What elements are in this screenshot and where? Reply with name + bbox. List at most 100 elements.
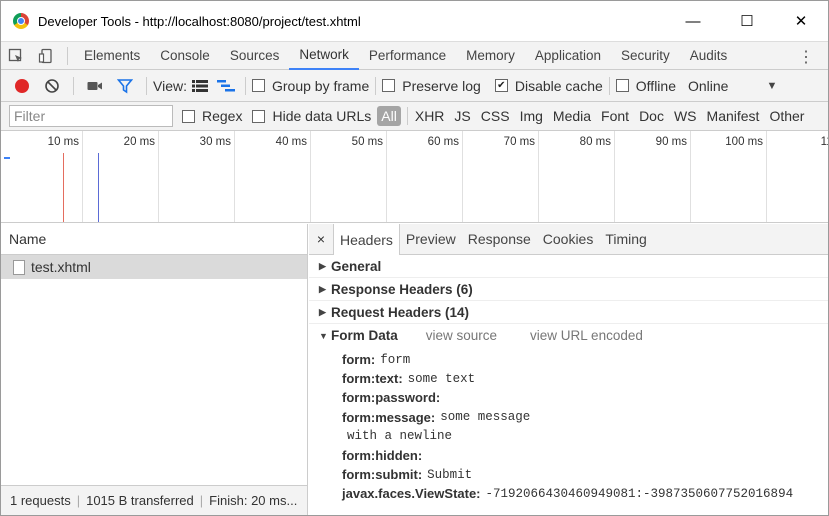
clear-icon[interactable] bbox=[37, 72, 67, 100]
expand-arrow-icon[interactable]: ▶ bbox=[319, 307, 331, 318]
tab-headers[interactable]: Headers bbox=[333, 224, 400, 255]
general-section-title: General bbox=[331, 258, 382, 274]
expand-arrow-icon[interactable]: ▶ bbox=[319, 261, 331, 272]
form-data-value: some message bbox=[440, 410, 531, 425]
devtools-tab-bar: Elements Console Sources Network Perform… bbox=[1, 41, 828, 70]
tab-elements[interactable]: Elements bbox=[74, 42, 150, 70]
maximize-button[interactable]: ☐ bbox=[720, 1, 774, 41]
type-filter-media[interactable]: Media bbox=[548, 106, 596, 126]
timeline-tick-label: 80 ms bbox=[579, 136, 611, 148]
form-data-key: form:password: bbox=[342, 390, 441, 406]
type-filter-all[interactable]: All bbox=[377, 106, 401, 126]
tab-cookies[interactable]: Cookies bbox=[537, 224, 600, 254]
form-data-value: Submit bbox=[427, 467, 473, 482]
form-data-row: form:password: bbox=[342, 388, 828, 407]
type-filter-other[interactable]: Other bbox=[764, 106, 809, 126]
close-details-icon[interactable]: × bbox=[311, 231, 331, 247]
filter-input[interactable] bbox=[9, 105, 173, 127]
expand-arrow-icon[interactable]: ▶ bbox=[319, 284, 331, 295]
throttling-select[interactable]: Online ▼ bbox=[688, 78, 777, 94]
type-filter-font[interactable]: Font bbox=[596, 106, 634, 126]
view-source-link[interactable]: view source bbox=[426, 328, 497, 343]
timeline-tick-label: 100 ms bbox=[725, 136, 763, 148]
regex-checkbox[interactable]: Regex bbox=[182, 108, 242, 124]
large-rows-icon[interactable] bbox=[187, 72, 213, 100]
type-filter-xhr[interactable]: XHR bbox=[410, 106, 450, 126]
video-camera-icon[interactable] bbox=[80, 72, 110, 100]
finish-time: Finish: 20 ms... bbox=[209, 493, 298, 508]
preserve-log-checkbox[interactable]: Preserve log bbox=[382, 78, 481, 94]
form-data-value: -7192066430460949081:-398735060775201689… bbox=[485, 486, 794, 501]
disable-cache-checkbox[interactable]: ✔ Disable cache bbox=[494, 78, 603, 94]
offline-checkbox[interactable]: Offline bbox=[615, 78, 676, 94]
form-data-list: form: form form:text: some text form:passw… bbox=[309, 347, 828, 504]
checkbox-box[interactable] bbox=[252, 109, 266, 123]
request-bar bbox=[4, 157, 10, 159]
form-data-key: form:message: bbox=[342, 409, 436, 425]
view-url-encoded-link[interactable]: view URL encoded bbox=[530, 328, 643, 343]
timeline-tick-label: 10 ms bbox=[47, 136, 79, 148]
window-title: Developer Tools - http://localhost:8080/… bbox=[38, 13, 361, 29]
tab-response[interactable]: Response bbox=[462, 224, 537, 254]
form-data-value: some text bbox=[407, 371, 476, 386]
form-data-section[interactable]: ▼ Form Data view source view URL encoded bbox=[309, 324, 828, 347]
tab-network[interactable]: Network bbox=[289, 41, 359, 70]
record-button[interactable] bbox=[15, 78, 29, 93]
checkbox-box[interactable] bbox=[382, 79, 396, 92]
status-divider: | bbox=[76, 493, 81, 508]
tab-timing[interactable]: Timing bbox=[599, 224, 653, 254]
timeline-tick-label: 110 bbox=[820, 136, 828, 148]
general-section[interactable]: ▶ General bbox=[309, 255, 828, 278]
tab-preview[interactable]: Preview bbox=[400, 224, 462, 254]
tab-console[interactable]: Console bbox=[150, 42, 220, 70]
timeline-gridline: 100 ms bbox=[725, 131, 767, 222]
timeline-tick-label: 30 ms bbox=[199, 136, 231, 148]
tab-memory[interactable]: Memory bbox=[456, 42, 525, 70]
collapse-arrow-icon[interactable]: ▼ bbox=[319, 331, 331, 341]
timeline-tick-label: 40 ms bbox=[275, 136, 307, 148]
domcontentloaded-marker bbox=[98, 153, 99, 222]
inspect-element-icon[interactable] bbox=[1, 42, 31, 70]
device-toolbar-icon[interactable] bbox=[31, 42, 61, 70]
form-data-title: Form Data bbox=[331, 328, 398, 343]
form-data-row: form:submit: Submit bbox=[342, 465, 828, 484]
response-headers-section[interactable]: ▶ Response Headers (6) bbox=[309, 278, 828, 301]
checkmark-icon[interactable]: ✔ bbox=[494, 79, 508, 92]
form-data-row: form: form bbox=[342, 350, 828, 369]
dropdown-arrow-icon[interactable]: ▼ bbox=[766, 80, 777, 92]
tab-security[interactable]: Security bbox=[611, 42, 680, 70]
transferred-size: 1015 B transferred bbox=[86, 493, 194, 508]
hide-data-urls-checkbox[interactable]: Hide data URLs bbox=[252, 108, 371, 124]
request-headers-section[interactable]: ▶ Request Headers (14) bbox=[309, 301, 828, 324]
group-by-frame-checkbox[interactable]: Group by frame bbox=[251, 78, 369, 94]
tab-sources[interactable]: Sources bbox=[220, 42, 290, 70]
toolbar-divider bbox=[67, 46, 68, 65]
checkbox-box[interactable] bbox=[251, 79, 265, 92]
document-icon bbox=[13, 259, 25, 275]
type-filter-img[interactable]: Img bbox=[515, 106, 548, 126]
name-column-header[interactable]: Name bbox=[1, 224, 307, 255]
minimize-button[interactable]: — bbox=[666, 1, 720, 41]
filter-icon[interactable] bbox=[110, 72, 140, 100]
timeline-tick-label: 60 ms bbox=[427, 136, 459, 148]
close-button[interactable]: ✕ bbox=[774, 1, 828, 41]
type-filter-manifest[interactable]: Manifest bbox=[702, 106, 765, 126]
tab-audits[interactable]: Audits bbox=[680, 42, 738, 70]
type-filter-js[interactable]: JS bbox=[449, 106, 475, 126]
response-headers-title: Response Headers (6) bbox=[331, 281, 473, 297]
more-options-icon[interactable]: ⋮ bbox=[798, 47, 814, 67]
request-row[interactable]: test.xhtml bbox=[1, 255, 307, 279]
checkbox-box[interactable] bbox=[182, 109, 195, 123]
form-data-row: javax.faces.ViewState: -71920664304609490… bbox=[342, 484, 828, 503]
type-filter-doc[interactable]: Doc bbox=[634, 106, 669, 126]
type-filter-ws[interactable]: WS bbox=[669, 106, 702, 126]
tab-application[interactable]: Application bbox=[525, 42, 611, 70]
request-details: × Headers Preview Response Cookies Timin… bbox=[309, 224, 828, 515]
tab-performance[interactable]: Performance bbox=[359, 42, 456, 70]
waterfall-icon[interactable] bbox=[213, 72, 239, 100]
form-data-key: form: bbox=[342, 352, 376, 368]
checkbox-box[interactable] bbox=[615, 79, 629, 92]
timeline-overview[interactable]: 10 ms 20 ms 30 ms 40 ms 50 ms 60 ms 70 m… bbox=[1, 131, 828, 223]
type-filter-css[interactable]: CSS bbox=[476, 106, 515, 126]
request-count: 1 requests bbox=[10, 493, 71, 508]
